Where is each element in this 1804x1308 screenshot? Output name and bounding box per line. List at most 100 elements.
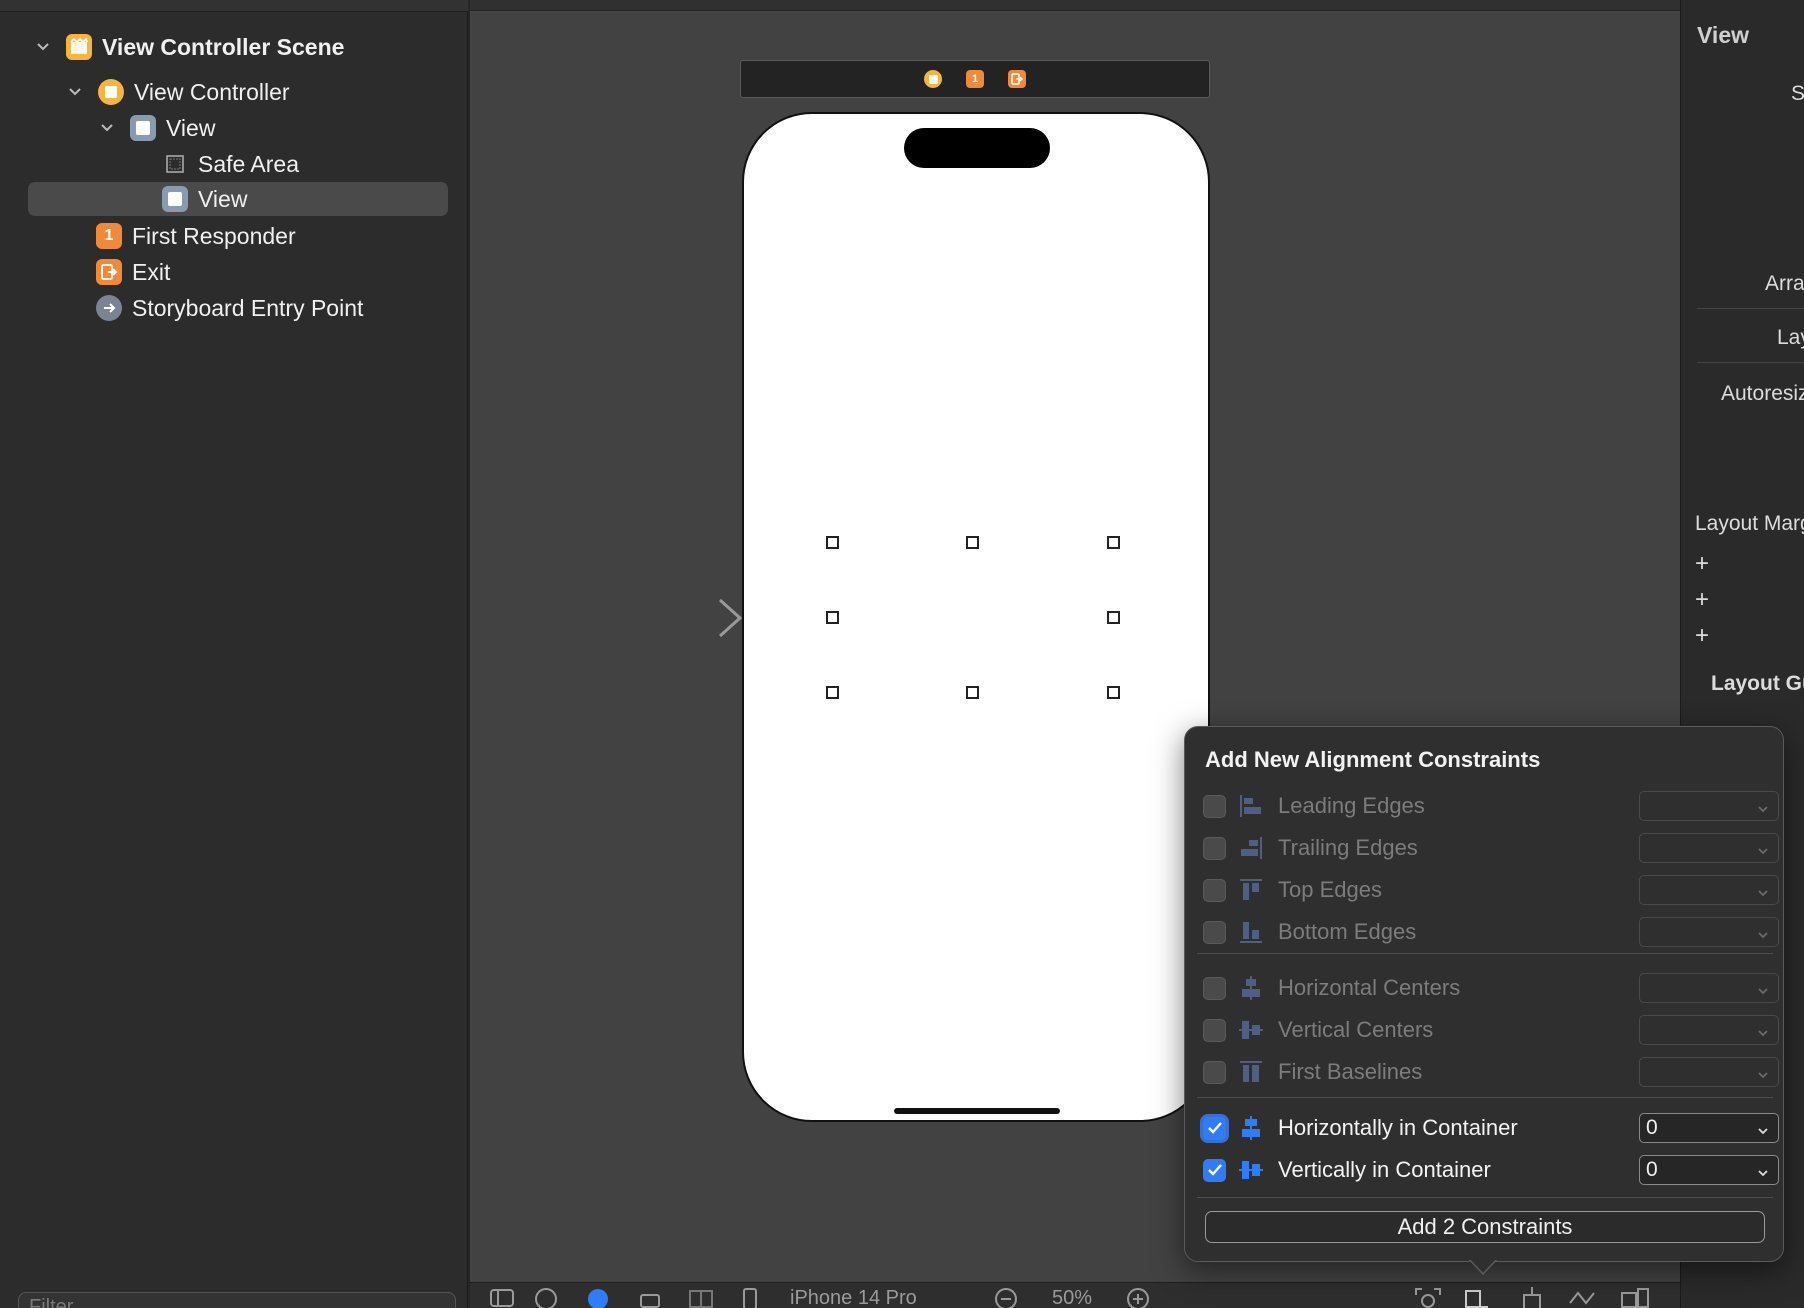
resize-handle-top-left[interactable] bbox=[826, 536, 839, 549]
popover-divider bbox=[1197, 1197, 1773, 1198]
outline-top-edge bbox=[0, 0, 468, 12]
constraint-label: Vertically in Container bbox=[1278, 1157, 1491, 1182]
popover-divider bbox=[1197, 953, 1773, 954]
align-icon[interactable] bbox=[1464, 1287, 1490, 1308]
constraint-row-first-baselines[interactable]: First Baselines bbox=[1203, 1055, 1779, 1089]
tree-item-safe-area[interactable]: Safe Area bbox=[162, 147, 299, 181]
align-bottom-edges-icon bbox=[1238, 919, 1264, 945]
constraint-checkbox[interactable] bbox=[1203, 1018, 1226, 1042]
constraint-offset-combobox[interactable] bbox=[1639, 875, 1779, 905]
alignment-constraints-popover: Add New Alignment Constraints Leading Ed… bbox=[1184, 726, 1784, 1262]
view-icon bbox=[130, 115, 156, 141]
zoom-level[interactable]: 50% bbox=[1052, 1287, 1092, 1308]
document-outline-toggle-icon[interactable] bbox=[490, 1287, 514, 1308]
resize-handle-bottom[interactable] bbox=[966, 686, 979, 699]
constraint-row-bottom-edges[interactable]: Bottom Edges bbox=[1203, 915, 1779, 949]
zoom-out-icon[interactable] bbox=[994, 1287, 1018, 1308]
outline-filter-field[interactable]: Filter bbox=[18, 1292, 456, 1308]
popover-divider bbox=[1197, 1097, 1773, 1098]
embed-in-icon[interactable] bbox=[1620, 1287, 1650, 1308]
add-constraints-button[interactable]: Add 2 Constraints bbox=[1205, 1211, 1765, 1243]
constraint-offset-combobox[interactable] bbox=[1639, 1015, 1779, 1045]
zoom-in-icon[interactable] bbox=[1126, 1287, 1150, 1308]
tree-item-first-responder[interactable]: 1 First Responder bbox=[96, 219, 296, 253]
popover-arrow bbox=[1468, 1258, 1498, 1276]
tree-item-view[interactable]: View bbox=[96, 111, 215, 145]
constraint-checkbox[interactable] bbox=[1203, 920, 1226, 944]
resize-handle-left[interactable] bbox=[826, 611, 839, 624]
inspector-label-layout[interactable]: Lay bbox=[1777, 326, 1804, 350]
add-margin-button[interactable]: + bbox=[1695, 550, 1709, 578]
tree-item-view-selected[interactable]: View bbox=[28, 182, 448, 216]
chevron-down-icon[interactable] bbox=[32, 36, 54, 58]
resize-handle-top-right[interactable] bbox=[1107, 536, 1120, 549]
layout-icon[interactable] bbox=[688, 1287, 714, 1308]
align-trailing-edges-icon bbox=[1238, 835, 1264, 861]
chevron-down-icon[interactable] bbox=[64, 81, 86, 103]
add-margin-button[interactable]: + bbox=[1695, 622, 1709, 650]
accessibility-icon[interactable] bbox=[534, 1287, 558, 1308]
resize-handle-bottom-right[interactable] bbox=[1107, 686, 1120, 699]
resolve-issues-icon[interactable] bbox=[1568, 1287, 1598, 1308]
center-horizontally-icon bbox=[1238, 1115, 1264, 1141]
constraint-label: Top Edges bbox=[1278, 877, 1382, 902]
checkmark-icon bbox=[1207, 1122, 1222, 1134]
first-responder-badge: 1 bbox=[104, 227, 114, 244]
constraint-checkbox[interactable] bbox=[1203, 1116, 1226, 1140]
constraint-offset-combobox[interactable] bbox=[1639, 973, 1779, 1003]
device-icon bbox=[742, 1287, 758, 1308]
device-selector[interactable]: iPhone 14 Pro bbox=[790, 1287, 917, 1308]
view-controller-icon[interactable] bbox=[924, 70, 942, 88]
constraint-checkbox[interactable] bbox=[1203, 836, 1226, 860]
constraint-checkbox[interactable] bbox=[1203, 1060, 1226, 1084]
resize-handle-top[interactable] bbox=[966, 536, 979, 549]
tree-item-label: View bbox=[198, 185, 248, 212]
entry-point-arrow[interactable] bbox=[620, 598, 742, 638]
resize-handle-bottom-left[interactable] bbox=[826, 686, 839, 699]
constraint-checkbox[interactable] bbox=[1203, 878, 1226, 902]
inspector-label-arrange[interactable]: Arra bbox=[1765, 272, 1804, 296]
first-responder-icon[interactable]: 1 bbox=[966, 70, 984, 88]
view-controller-icon bbox=[98, 79, 124, 105]
constraint-row-vertically-in-container[interactable]: Vertically in Container 0 bbox=[1203, 1153, 1779, 1187]
tree-item-view-controller-scene[interactable]: View Controller Scene bbox=[32, 30, 344, 64]
constraint-label: Bottom Edges bbox=[1278, 919, 1417, 944]
resize-handle-right[interactable] bbox=[1107, 611, 1120, 624]
constraint-row-top-edges[interactable]: Top Edges bbox=[1203, 873, 1779, 907]
constraint-checkbox[interactable] bbox=[1203, 1158, 1226, 1182]
iphone-view-frame[interactable] bbox=[742, 112, 1210, 1122]
constraint-offset-combobox[interactable] bbox=[1639, 1057, 1779, 1087]
rotate-icon[interactable] bbox=[638, 1287, 664, 1308]
chevron-down-icon bbox=[1756, 1022, 1770, 1037]
scene-dock: 1 bbox=[740, 60, 1210, 98]
update-frames-icon[interactable] bbox=[1414, 1287, 1442, 1308]
constraint-offset-combobox[interactable]: 0 bbox=[1639, 1113, 1779, 1143]
constraint-label: First Baselines bbox=[1278, 1059, 1423, 1084]
tree-item-label: View bbox=[166, 114, 216, 141]
tree-item-storyboard-entry-point[interactable]: Storyboard Entry Point bbox=[96, 291, 363, 325]
constraint-offset-combobox[interactable]: 0 bbox=[1639, 1155, 1779, 1185]
constraint-checkbox[interactable] bbox=[1203, 976, 1226, 1000]
appearance-icon[interactable] bbox=[586, 1287, 610, 1308]
constraint-row-vertical-centers[interactable]: Vertical Centers bbox=[1203, 1013, 1779, 1047]
constraint-row-horizontal-centers[interactable]: Horizontal Centers bbox=[1203, 971, 1779, 1005]
chevron-down-icon[interactable] bbox=[96, 117, 118, 139]
constraint-offset-combobox[interactable] bbox=[1639, 917, 1779, 947]
chevron-down-icon bbox=[1756, 798, 1770, 813]
dock-first-responder-badge: 1 bbox=[971, 73, 979, 85]
tree-item-label: View Controller Scene bbox=[102, 33, 345, 60]
inspector-label-semantic: S bbox=[1791, 82, 1804, 105]
constraint-offset-combobox[interactable] bbox=[1639, 791, 1779, 821]
chevron-down-icon bbox=[1756, 840, 1770, 855]
add-new-constraints-icon[interactable] bbox=[1518, 1287, 1546, 1308]
tree-item-exit[interactable]: Exit bbox=[96, 255, 170, 289]
constraint-row-leading-edges[interactable]: Leading Edges bbox=[1203, 789, 1779, 823]
constraint-offset-combobox[interactable] bbox=[1639, 833, 1779, 863]
add-margin-button[interactable]: + bbox=[1695, 586, 1709, 614]
tree-item-view-controller[interactable]: View Controller bbox=[64, 75, 290, 109]
exit-icon[interactable] bbox=[1008, 70, 1026, 88]
constraint-checkbox[interactable] bbox=[1203, 794, 1226, 818]
interface-builder-window: View Controller Scene View Controller Vi… bbox=[0, 0, 1804, 1308]
constraint-row-horizontally-in-container[interactable]: Horizontally in Container 0 bbox=[1203, 1111, 1779, 1145]
constraint-row-trailing-edges[interactable]: Trailing Edges bbox=[1203, 831, 1779, 865]
